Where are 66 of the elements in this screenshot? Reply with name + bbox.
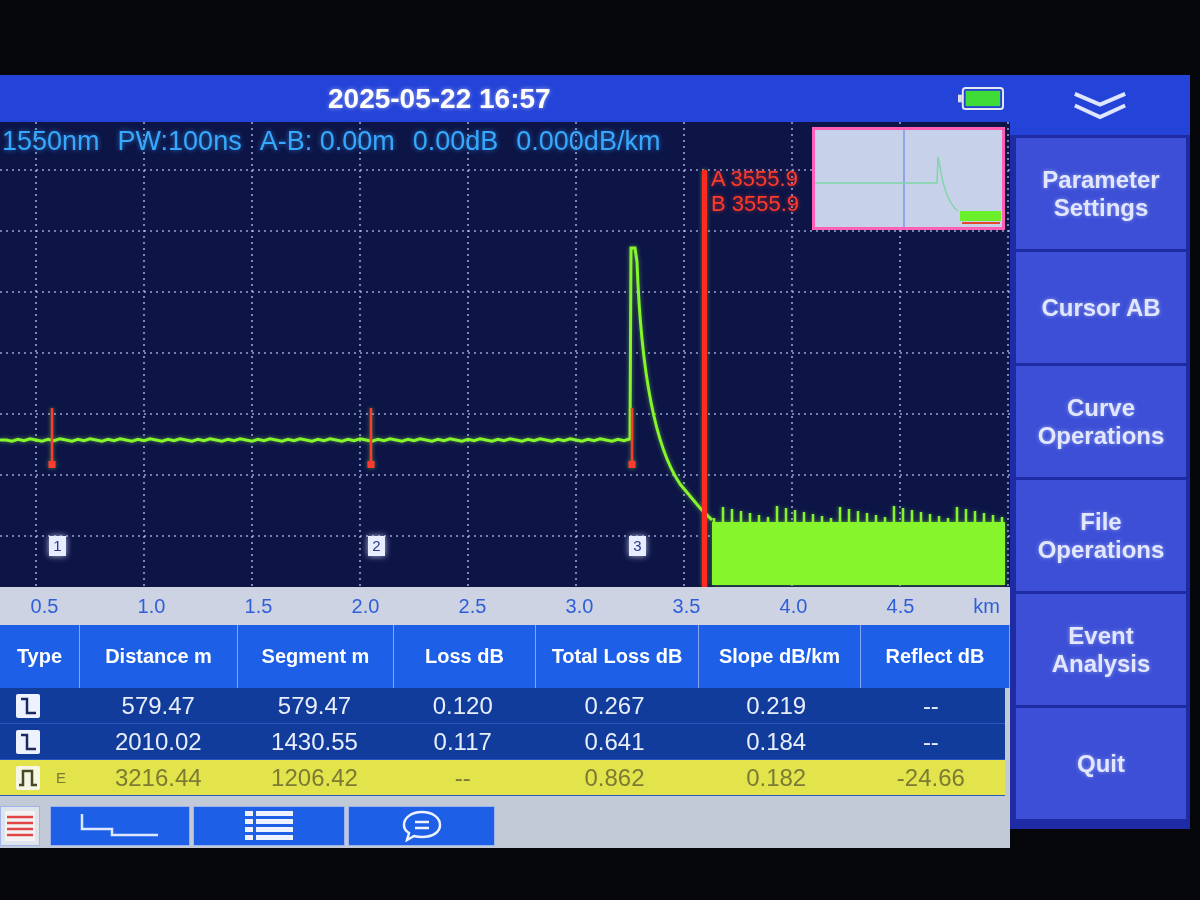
event-number: 1 (49, 536, 66, 556)
event-row[interactable]: 579.47 579.47 0.120 0.267 0.219 -- (0, 688, 1005, 724)
event-number: 3 (629, 536, 646, 556)
table-cell-text: 0.862 (583, 763, 646, 792)
chevron-down-icon[interactable] (1071, 90, 1129, 120)
cursor-reading: B 3555.9 (711, 191, 800, 216)
axis-tick-label: 4.5 (885, 594, 916, 618)
ab-loss-label: 0.00dB (412, 126, 499, 157)
step-icon (16, 693, 40, 718)
step-icon (16, 729, 40, 754)
view-tab[interactable] (348, 806, 495, 846)
event-row[interactable]: 2010.02 1430.55 0.117 0.641 0.184 -- (0, 724, 1005, 760)
menu-button[interactable]: Quit (1016, 708, 1186, 819)
lines-icon (5, 811, 35, 841)
table-cell-text: 0.117 (432, 727, 493, 756)
table-cell-text: 0.182 (745, 763, 808, 792)
view-tab[interactable] (0, 806, 40, 846)
table-cell-text: 0.219 (745, 691, 808, 720)
table-cell-text: 2010.02 (113, 727, 203, 756)
event-marker (367, 408, 375, 468)
event-marker (628, 408, 636, 468)
table-cell-text: -- (453, 763, 472, 792)
table-cell-text: 1430.55 (270, 727, 359, 756)
table-cell-text: 0.184 (745, 727, 808, 756)
view-tab[interactable] (193, 806, 345, 846)
date-time: 2025-05-22 16:57 (328, 82, 551, 115)
axis-tick-label: 2.5 (457, 594, 488, 618)
cursor-reading: A 3555.9 (711, 166, 799, 191)
table-cell-text: 0.120 (431, 691, 494, 720)
view-tab[interactable] (50, 806, 190, 846)
table-cell-text: -- (921, 691, 940, 720)
axis-tick-label: 0.5 (29, 594, 60, 618)
wavelength-label: 1550nm (2, 126, 100, 157)
menu-button[interactable]: Cursor AB (1016, 252, 1186, 363)
event-row[interactable]: E 3216.44 1206.42 -- 0.862 0.182 -24.66 (0, 760, 1005, 796)
table-cell-text: 3216.44 (113, 763, 203, 792)
table-cell-text: 579.47 (276, 691, 353, 720)
menu-button[interactable]: Parameter Settings (1016, 138, 1186, 249)
axis-tick-label: 2.0 (350, 594, 381, 618)
table-cell-text: -24.66 (895, 763, 966, 792)
speech-bubble-icon (401, 810, 442, 842)
list-icon (245, 811, 293, 841)
axis-tick-label: 4.0 (778, 594, 809, 618)
table-cell-text: 579.47 (120, 691, 196, 720)
axis-tick-label: 3.5 (671, 594, 702, 618)
axis-tick-label: 1.0 (136, 594, 167, 618)
table-cell-text: 1206.42 (270, 763, 359, 792)
table-cell-text: 0.267 (583, 691, 646, 720)
event-marker (48, 408, 56, 468)
axis-tick-label: 1.5 (243, 594, 274, 618)
pulse-width-label: PW:100ns (117, 126, 242, 157)
ab-slope-label: 0.000dB/km (516, 126, 661, 157)
ab-distance-label: A-B: 0.00m (259, 126, 395, 157)
menu-button[interactable]: Event Analysis (1016, 594, 1186, 705)
trace-graph-icon (80, 813, 160, 839)
axis-unit-label: km (972, 594, 1001, 618)
battery-icon (958, 87, 1004, 110)
menu-button[interactable]: Curve Operations (1016, 366, 1186, 477)
overview-thumbnail[interactable] (812, 127, 1005, 230)
pulse-icon (16, 765, 40, 790)
menu-button[interactable]: File Operations (1016, 480, 1186, 591)
axis-tick-label: 3.0 (564, 594, 595, 618)
end-event-label: E (56, 769, 66, 786)
table-cell-text: 0.641 (583, 727, 646, 756)
event-number: 2 (368, 536, 385, 556)
table-cell-text: -- (921, 727, 940, 756)
